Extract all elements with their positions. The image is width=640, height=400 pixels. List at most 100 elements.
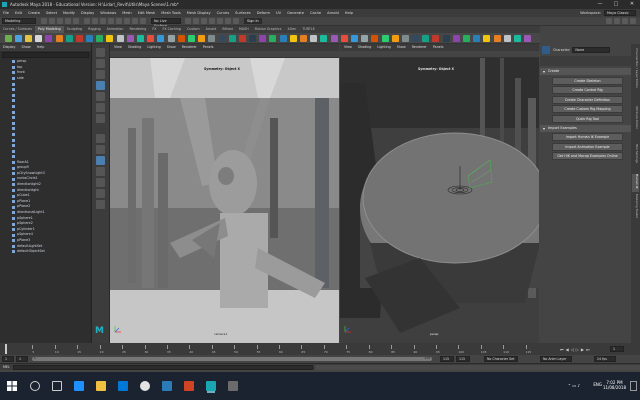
- play-forward-icon[interactable]: ▷: [576, 347, 579, 352]
- layout-split-icon[interactable]: [96, 189, 105, 198]
- mode-dropdown[interactable]: Modeling: [2, 18, 36, 24]
- vp1-menu-lighting[interactable]: Lighting: [147, 45, 160, 49]
- vp1-menu-panels[interactable]: Panels: [203, 45, 214, 49]
- new-scene-icon[interactable]: [41, 18, 47, 24]
- shelf-tool-icon[interactable]: [361, 34, 369, 42]
- menu-help[interactable]: Help: [342, 11, 356, 15]
- side-tab-channel-box[interactable]: Channel Box / Layer Editor: [632, 48, 639, 104]
- select-object-icon[interactable]: [92, 18, 98, 24]
- menu-display[interactable]: Display: [78, 11, 97, 15]
- redo-icon[interactable]: [73, 18, 79, 24]
- workspace-dropdown[interactable]: Maya Classic: [604, 10, 636, 16]
- shelf-tool-icon[interactable]: [289, 34, 297, 42]
- store-icon[interactable]: [118, 381, 128, 391]
- playback-start-field[interactable]: 1: [16, 356, 28, 362]
- shelf-tool-icon[interactable]: [106, 34, 114, 42]
- menu-mesh[interactable]: Mesh: [119, 11, 134, 15]
- step-back-icon[interactable]: ◀︎: [566, 347, 569, 352]
- menu-modify[interactable]: Modify: [60, 11, 78, 15]
- shelf-tool-icon[interactable]: [300, 34, 308, 42]
- shelf-tab-xgen[interactable]: XGen: [284, 26, 299, 33]
- shelf-tool-icon[interactable]: [24, 34, 32, 42]
- shelf-tool-icon[interactable]: [55, 34, 63, 42]
- shelf-tool-icon[interactable]: [422, 34, 430, 42]
- layout-four-icon[interactable]: [96, 145, 105, 154]
- vp1-menu-show[interactable]: Show: [167, 45, 176, 49]
- render-frame-icon[interactable]: [193, 18, 199, 24]
- get-hik-mocap-examples-button[interactable]: Get HIK and Mocap Examples Online: [552, 152, 623, 160]
- rotate-tool-icon[interactable]: [96, 92, 105, 101]
- shelf-tool-icon[interactable]: [157, 34, 165, 42]
- layout-custom-icon[interactable]: [96, 200, 105, 209]
- create-character-definition-button[interactable]: Create Character Definition: [552, 95, 623, 104]
- menu-mesh-display[interactable]: Mesh Display: [184, 11, 214, 15]
- render-setup-icon[interactable]: [225, 18, 231, 24]
- menu-deform[interactable]: Deform: [254, 11, 273, 15]
- layout-single-icon[interactable]: [96, 134, 105, 143]
- create-section-header[interactable]: Create: [540, 68, 631, 75]
- vp1-menu-renderer[interactable]: Renderer: [182, 45, 197, 49]
- file-explorer-icon[interactable]: [96, 381, 106, 391]
- side-tab-tool-settings[interactable]: Tool Settings: [632, 144, 639, 172]
- shelf-tool-icon[interactable]: [167, 34, 175, 42]
- shelf-tab-rendering[interactable]: Rendering: [126, 26, 149, 33]
- app-taskbar-icon[interactable]: [228, 381, 238, 391]
- anim-start-field[interactable]: 1: [2, 356, 14, 362]
- shelf-tool-icon[interactable]: [330, 34, 338, 42]
- vp2-menu-panels[interactable]: Panels: [433, 45, 444, 49]
- current-time-marker[interactable]: [5, 344, 7, 354]
- outliner-menu-display[interactable]: Display: [3, 44, 16, 51]
- play-back-icon[interactable]: ◁: [571, 347, 574, 352]
- shelf-tool-icon[interactable]: [116, 34, 124, 42]
- language-indicator[interactable]: ENG: [593, 382, 602, 387]
- paint-select-tool-icon[interactable]: [96, 70, 105, 79]
- shelf-tab-sculpting[interactable]: Sculpting: [64, 26, 85, 33]
- toggle-modeling-toolkit-icon[interactable]: [606, 18, 612, 24]
- playback-end-field[interactable]: 115: [440, 356, 454, 362]
- maya-taskbar-icon[interactable]: [206, 381, 216, 391]
- shelf-tab-fx-caching[interactable]: FX Caching: [159, 26, 184, 33]
- shelf-tool-icon[interactable]: [381, 34, 389, 42]
- shelf-tool-icon[interactable]: [35, 34, 43, 42]
- shelf-tab-rigging[interactable]: Rigging: [85, 26, 104, 33]
- outliner-menu-show[interactable]: Show: [22, 44, 31, 51]
- snap-curve-icon[interactable]: [116, 18, 122, 24]
- command-input[interactable]: [12, 364, 313, 370]
- time-slider[interactable]: 5 10 15 20 25 30 35 40 45 50 55 60 65 70 75 80 85 90 95 100…: [0, 343, 640, 355]
- shelf-tool-icon[interactable]: [4, 34, 12, 42]
- vp1-menu-view[interactable]: View: [114, 45, 122, 49]
- shelf-tool-icon[interactable]: [126, 34, 134, 42]
- shelf-tool-icon[interactable]: [493, 34, 501, 42]
- shelf-tool-icon[interactable]: [259, 34, 267, 42]
- quick-rig-tool-button[interactable]: Quick Rig Tool: [552, 114, 623, 123]
- vp2-menu-renderer[interactable]: Renderer: [412, 45, 427, 49]
- shelf-tool-icon[interactable]: [228, 34, 236, 42]
- shelf-tool-icon[interactable]: [279, 34, 287, 42]
- shelf-tool-icon[interactable]: [147, 34, 155, 42]
- menu-cache[interactable]: Cache: [307, 11, 324, 15]
- shelf-tool-icon[interactable]: [198, 34, 206, 42]
- side-tab-human-ik[interactable]: Human IK: [632, 174, 639, 192]
- vp1-menu-shading[interactable]: Shading: [128, 45, 141, 49]
- shelf-tool-icon[interactable]: [65, 34, 73, 42]
- shelf-tool-icon[interactable]: [524, 34, 532, 42]
- shelf-tool-icon[interactable]: [75, 34, 83, 42]
- shelf-tool-icon[interactable]: [96, 34, 104, 42]
- shelf-tool-icon[interactable]: [473, 34, 481, 42]
- import-human-ik-example-button[interactable]: Import Human IK Example: [552, 133, 623, 141]
- outliner-search-input[interactable]: [2, 52, 89, 58]
- vp2-menu-show[interactable]: Show: [397, 45, 406, 49]
- shelf-tool-icon[interactable]: [513, 34, 521, 42]
- shelf-tab-curves-surfaces[interactable]: Curves / Surfaces: [0, 26, 35, 33]
- shelf-tool-icon[interactable]: [269, 34, 277, 42]
- vp2-menu-view[interactable]: View: [344, 45, 352, 49]
- select-component-icon[interactable]: [100, 18, 106, 24]
- toggle-attribute-editor-icon[interactable]: [614, 18, 620, 24]
- shelf-tool-icon[interactable]: [371, 34, 379, 42]
- ipr-render-icon[interactable]: [201, 18, 207, 24]
- notifications-icon[interactable]: [630, 381, 637, 391]
- fps-dropdown[interactable]: 24 fps: [594, 356, 616, 362]
- vp2-menu-lighting[interactable]: Lighting: [377, 45, 390, 49]
- save-scene-icon[interactable]: [57, 18, 63, 24]
- shelf-tool-icon[interactable]: [350, 34, 358, 42]
